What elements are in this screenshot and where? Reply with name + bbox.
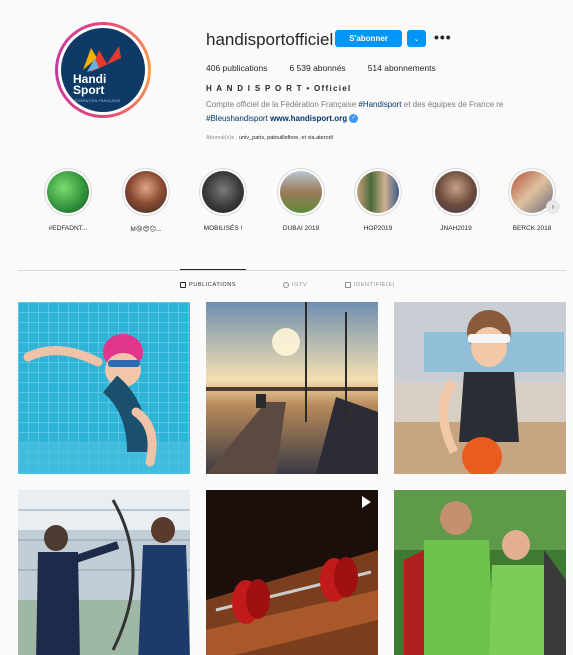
bio-hashtag-bleus[interactable]: #Bleushandisport (206, 114, 268, 123)
highlight-label: HOP2019 (363, 225, 393, 232)
highlight-cover (357, 171, 399, 213)
more-options-icon[interactable]: ••• (434, 30, 452, 44)
post-thumbnail[interactable] (206, 302, 378, 474)
tab-active-indicator (180, 269, 246, 270)
handisport-logo: Handi Sport FÉDÉRATION FRANÇAISE (61, 28, 145, 112)
followed-by-label: Abonné(e)s : (206, 135, 240, 141)
chevron-down-icon[interactable]: ⌄ (407, 30, 426, 47)
profile-avatar[interactable]: Handi Sport FÉDÉRATION FRANÇAISE (55, 22, 151, 118)
logo-text-sport: Sport (73, 83, 105, 97)
post-thumbnail[interactable] (394, 302, 566, 474)
highlight-cover (125, 171, 167, 213)
bio-text: Compte officiel de la Fédération Françai… (206, 100, 359, 109)
tab-label: IGTV (292, 282, 308, 288)
tagged-icon (345, 282, 351, 288)
post-image (18, 302, 190, 474)
stat-publications: 406 publications (206, 63, 268, 73)
highlight-label: DUBAI 2019 (282, 225, 320, 232)
highlight-item[interactable]: M😢😍😑... (111, 168, 181, 233)
post-image (394, 302, 566, 474)
profile-fullname: H A N D I S P O R T • Officiel (206, 84, 352, 93)
highlight-item[interactable]: MOBILISÉS ! (188, 168, 258, 232)
bio-text-suffix: et des équipes de France re (401, 100, 504, 109)
tab-divider (18, 270, 566, 271)
highlight-label: M😢😍😑... (130, 226, 162, 233)
stat-following[interactable]: 514 abonnements (368, 63, 436, 73)
highlight-item[interactable]: #EDFADNT... (33, 168, 103, 232)
highlight-label: MOBILISÉS ! (203, 225, 243, 232)
tab-igtv[interactable]: IGTV (283, 282, 307, 288)
tab-label: IDENTIFIÉ(E) (354, 282, 396, 288)
follow-button[interactable]: S'abonner (335, 30, 402, 47)
profile-bio: Compte officiel de la Fédération Françai… (206, 98, 503, 126)
post-image (206, 302, 378, 474)
stat-followers[interactable]: 6 539 abonnés (289, 63, 345, 73)
post-image (394, 490, 566, 655)
highlight-cover (435, 171, 477, 213)
highlight-item[interactable]: JNAH2019 (421, 168, 491, 232)
highlight-label: BERCK 2018 (512, 225, 552, 232)
followed-by-names: univ_paris, patouillefiore, et via.atero… (239, 135, 333, 141)
tab-label: PUBLICATIONS (189, 282, 237, 288)
post-thumbnail[interactable] (394, 490, 566, 655)
post-image (18, 490, 190, 655)
highlight-item[interactable]: DUBAI 2019 (266, 168, 336, 232)
verified-badge-icon: ✓ (349, 114, 359, 124)
highlight-label: JNAH2019 (440, 225, 472, 232)
post-thumbnail[interactable] (18, 302, 190, 474)
tab-tagged[interactable]: IDENTIFIÉ(E) (345, 282, 395, 288)
bio-website-link[interactable]: www.handisport.org (270, 114, 347, 123)
highlight-cover (202, 171, 244, 213)
post-thumbnail[interactable] (206, 490, 378, 655)
story-highlights: #EDFADNT... M😢😍😑... MOBILISÉS ! DUBAI 20… (0, 168, 573, 248)
profile-header: Handi Sport FÉDÉRATION FRANÇAISE handisp… (0, 0, 573, 160)
tab-publications[interactable]: PUBLICATIONS (180, 282, 236, 288)
profile-stats: 406 publications 6 539 abonnés 514 abonn… (206, 63, 458, 73)
profile-tabs: PUBLICATIONS IGTV IDENTIFIÉ(E) (0, 282, 573, 294)
highlight-label: #EDFADNT... (48, 225, 88, 232)
igtv-icon (283, 282, 289, 288)
post-thumbnail[interactable] (18, 490, 190, 655)
grid-icon (180, 282, 186, 288)
followed-by[interactable]: Abonné(e)s : univ_paris, patouillefiore,… (206, 135, 333, 141)
logo-subtitle: FÉDÉRATION FRANÇAISE (73, 99, 121, 103)
highlight-cover (47, 171, 89, 213)
highlight-item[interactable]: HOP2019 (343, 168, 413, 232)
profile-username: handisportofficiel (206, 30, 334, 49)
bio-hashtag-handisport[interactable]: #Handisport (358, 100, 401, 109)
chevron-right-icon[interactable]: › (546, 200, 560, 214)
highlight-cover (280, 171, 322, 213)
video-play-icon (362, 496, 371, 508)
post-image (206, 490, 378, 655)
